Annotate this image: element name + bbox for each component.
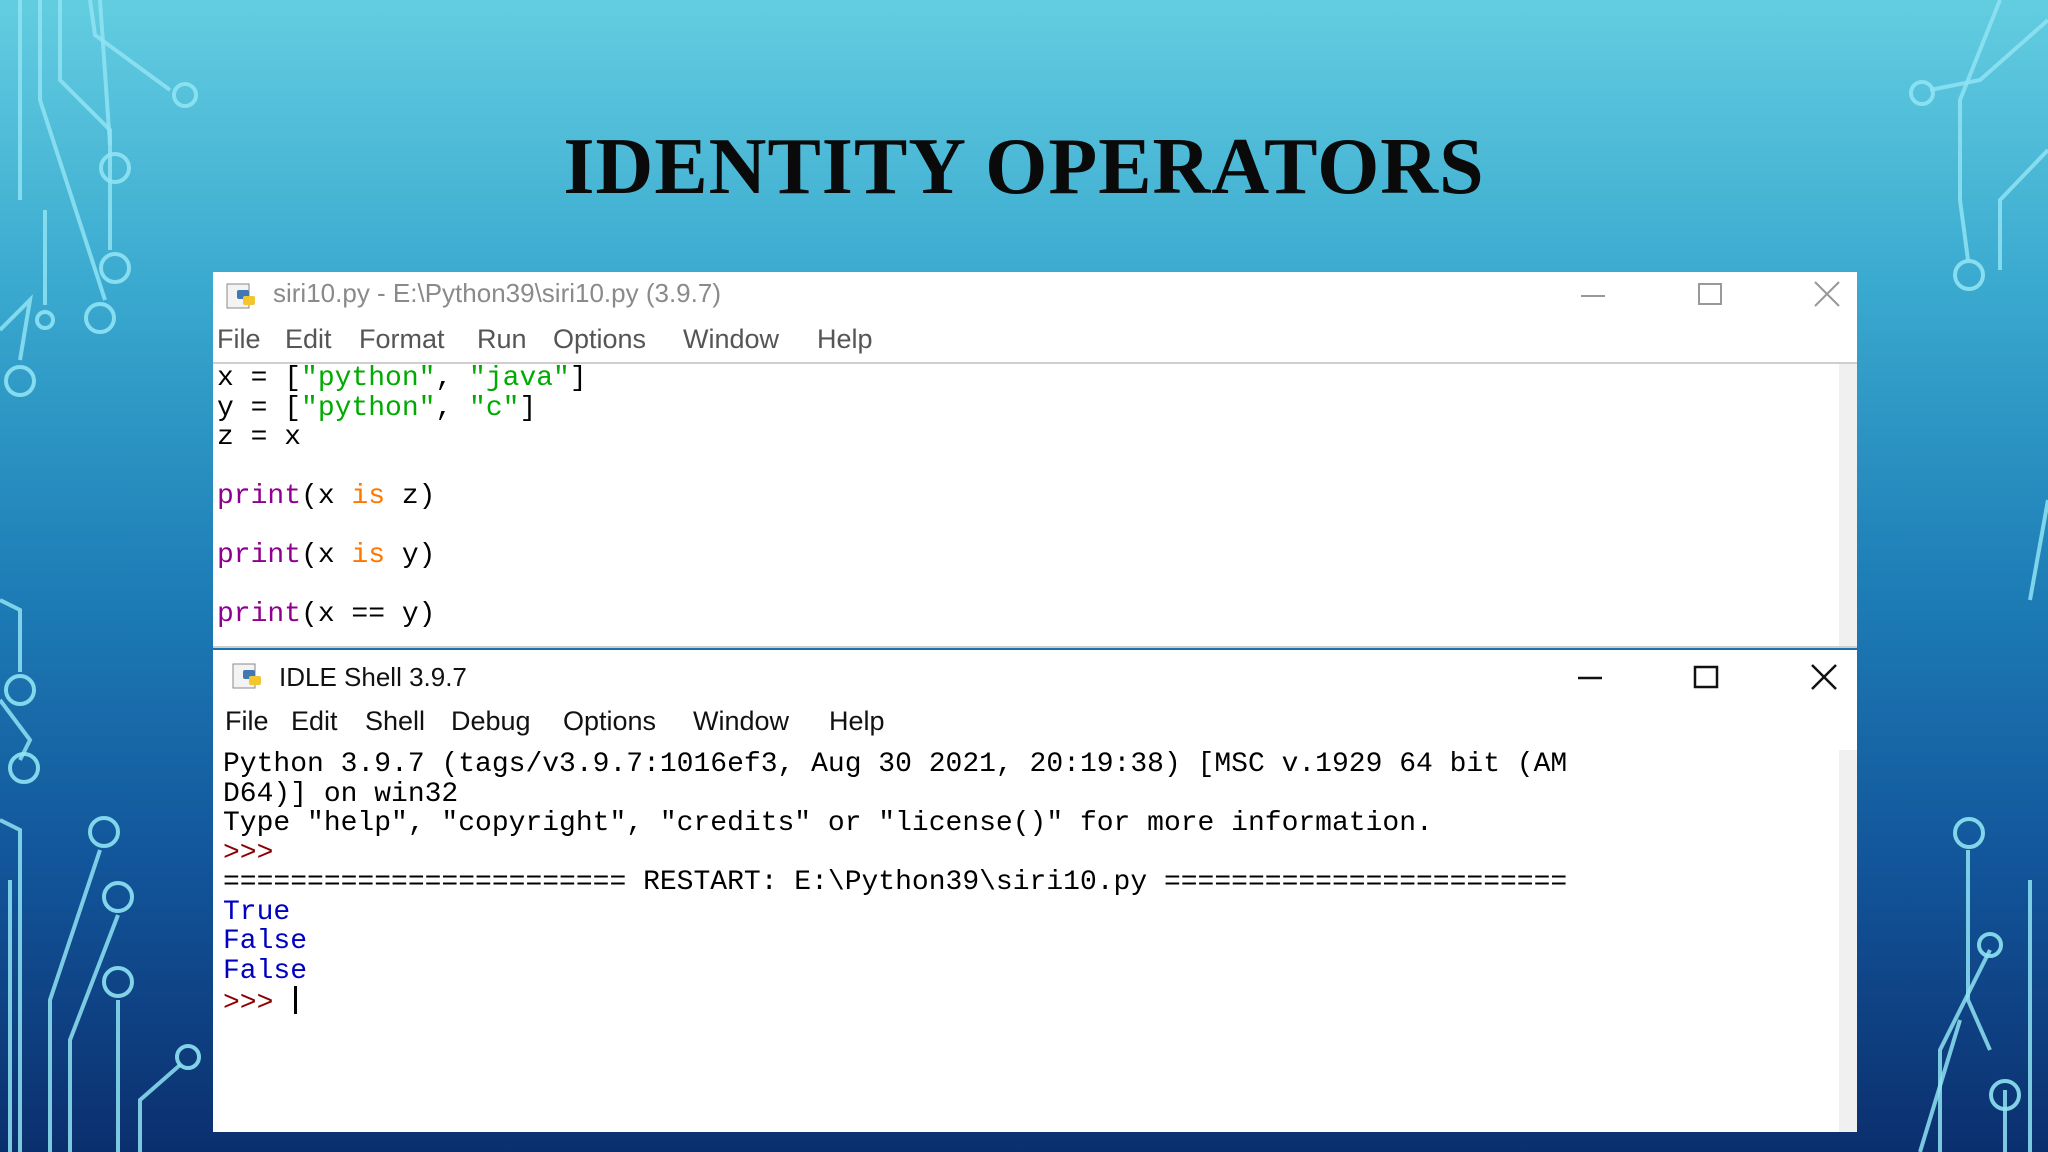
- python-shell-icon: [232, 663, 261, 689]
- editor-scrollbar[interactable]: [1839, 364, 1857, 646]
- code-line-3: z = x: [217, 422, 302, 453]
- slide-title: IDENTITY OPERATORS: [563, 123, 1485, 211]
- shell-menu-help[interactable]: Help: [829, 706, 885, 737]
- input-line[interactable]: >>>: [223, 986, 1837, 1019]
- shell-window: IDLE Shell 3.9.7 File Edit Shell Debug O…: [213, 650, 1857, 1132]
- restart-line: ======================== RESTART: E:\Pyt…: [223, 867, 1568, 898]
- python-file-icon: [226, 283, 255, 309]
- shell-menu-options[interactable]: Options: [563, 706, 656, 737]
- maximize-button[interactable]: [1680, 276, 1740, 316]
- menu-options[interactable]: Options: [553, 324, 646, 355]
- shell-menubar: File Edit Shell Debug Options Window Hel…: [213, 702, 1857, 744]
- shell-menu-file[interactable]: File: [225, 706, 269, 737]
- shell-menu-edit[interactable]: Edit: [291, 706, 338, 737]
- editor-menubar: File Edit Format Run Options Window Help: [213, 320, 1857, 364]
- maximize-icon: [1698, 283, 1722, 305]
- code-line-print-2: print(x is y): [217, 540, 436, 571]
- menu-help[interactable]: Help: [817, 324, 873, 355]
- shell-menu-shell[interactable]: Shell: [365, 706, 425, 737]
- editor-title: siri10.py - E:\Python39\siri10.py (3.9.7…: [273, 278, 721, 308]
- shell-scrollbar[interactable]: [1839, 750, 1857, 1132]
- menu-window[interactable]: Window: [683, 324, 779, 355]
- editor-window: siri10.py - E:\Python39\siri10.py (3.9.7…: [213, 272, 1857, 648]
- code-line-print-3: print(x == y): [217, 599, 436, 630]
- shell-prompt-current: >>>: [223, 988, 291, 1019]
- minimize-icon: [1578, 676, 1602, 680]
- code-line-1: x = ["python", "java"]: [217, 363, 587, 394]
- menu-file[interactable]: File: [217, 324, 261, 355]
- close-icon: [1814, 281, 1840, 307]
- shell-close-button[interactable]: [1794, 658, 1854, 698]
- shell-text-area[interactable]: Python 3.9.7 (tags/v3.9.7:1016ef3, Aug 3…: [223, 750, 1837, 1019]
- shell-prompt: >>>: [223, 837, 274, 869]
- code-line-2: y = ["python", "c"]: [217, 392, 537, 424]
- shell-title: IDLE Shell 3.9.7: [279, 662, 467, 692]
- menu-format[interactable]: Format: [359, 324, 445, 355]
- output-line-1: True: [223, 896, 291, 928]
- editor-text-area[interactable]: x = ["python", "java"] y = ["python", "c"…: [217, 364, 1837, 630]
- code-line-print-1: print(x is z): [217, 481, 436, 512]
- shell-menu-debug[interactable]: Debug: [451, 706, 531, 737]
- editor-titlebar[interactable]: siri10.py - E:\Python39\siri10.py (3.9.7…: [213, 272, 1857, 320]
- menu-run[interactable]: Run: [477, 324, 527, 355]
- close-icon: [1811, 664, 1837, 690]
- minimize-icon: [1581, 295, 1605, 297]
- output-line-2: False: [223, 926, 308, 957]
- shell-minimize-button[interactable]: [1560, 658, 1620, 698]
- menu-edit[interactable]: Edit: [285, 324, 332, 355]
- banner-line-3: Type "help", "copyright", "credits" or "…: [223, 808, 1433, 839]
- banner-line-1: Python 3.9.7 (tags/v3.9.7:1016ef3, Aug 3…: [223, 749, 1568, 780]
- shell-menu-window[interactable]: Window: [693, 706, 789, 737]
- text-cursor: [294, 986, 298, 1014]
- shell-titlebar[interactable]: IDLE Shell 3.9.7: [213, 650, 1857, 702]
- close-button[interactable]: [1797, 276, 1857, 316]
- minimize-button[interactable]: [1563, 276, 1623, 316]
- shell-maximize-button[interactable]: [1676, 658, 1736, 698]
- maximize-icon: [1693, 665, 1719, 689]
- banner-line-2: D64)] on win32: [223, 778, 459, 810]
- output-line-3: False: [223, 955, 308, 987]
